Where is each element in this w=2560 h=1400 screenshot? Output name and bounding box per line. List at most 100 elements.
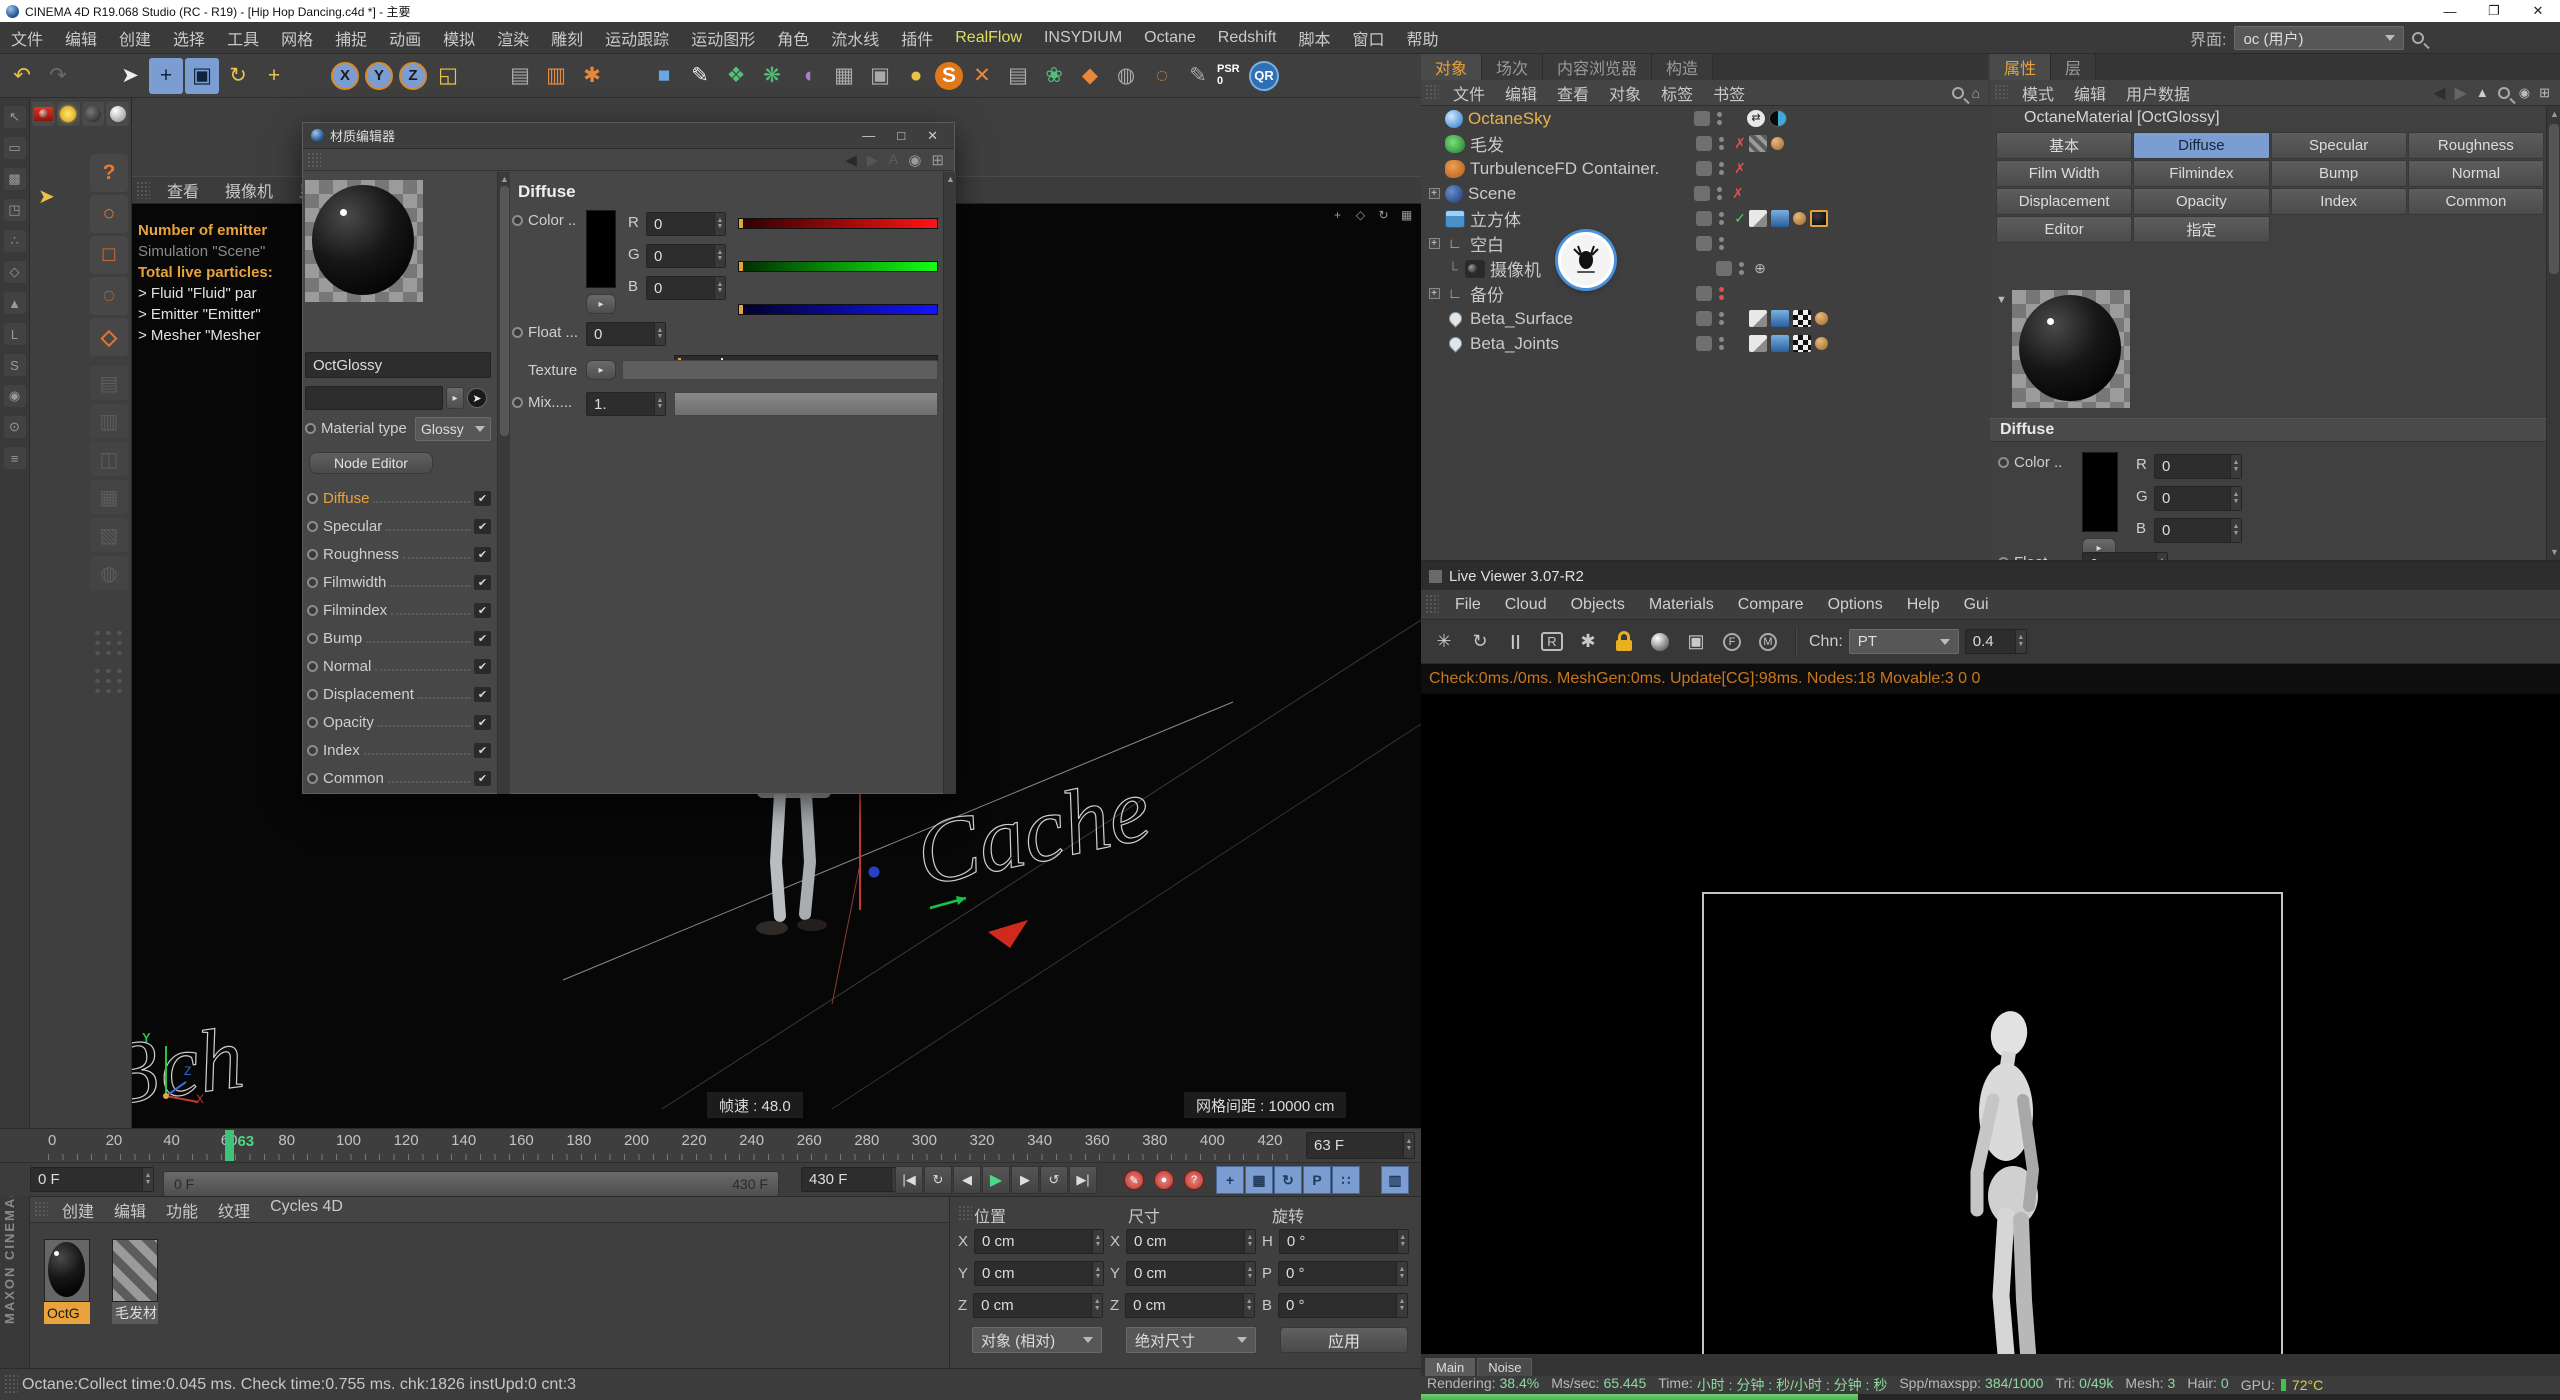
- tag-icons[interactable]: [1749, 335, 1828, 352]
- live-viewer-tool-icon[interactable]: R: [1537, 627, 1567, 657]
- selection-tool-button[interactable]: ○: [90, 195, 128, 233]
- range-slider[interactable]: 0 F 430 F: [163, 1171, 779, 1197]
- attribute-section-button[interactable]: Editor: [1996, 216, 2132, 243]
- object-manager-menu-item[interactable]: 标签: [1651, 81, 1703, 105]
- toolbar-icon[interactable]: ◱: [431, 58, 465, 94]
- channel-checkbox[interactable]: ✔: [474, 491, 491, 506]
- sampling-field[interactable]: 0.4▲▼: [1965, 629, 2027, 654]
- toolbar-icon[interactable]: ▤: [1001, 58, 1035, 94]
- object-row[interactable]: + └ Scene ✗: [1421, 181, 1988, 206]
- attribute-menu-item[interactable]: 用户数据: [2116, 81, 2200, 105]
- live-viewer-menu-item[interactable]: Objects: [1559, 596, 1637, 614]
- search-icon[interactable]: [1952, 87, 1964, 99]
- attribute-section-button[interactable]: Opacity: [2133, 188, 2269, 215]
- maximize-button[interactable]: □: [897, 128, 905, 144]
- menu-item[interactable]: 动画: [378, 26, 432, 50]
- menu-item[interactable]: RealFlow: [944, 29, 1033, 47]
- close-button[interactable]: ✕: [927, 128, 938, 144]
- keying-button[interactable]: ∷: [1332, 1166, 1360, 1194]
- material-manager-menu-item[interactable]: 创建: [52, 1198, 104, 1222]
- object-label[interactable]: Scene: [1468, 184, 1694, 204]
- channel-row[interactable]: Filmwidth ✔: [303, 568, 495, 596]
- live-viewer-menu-item[interactable]: Compare: [1726, 596, 1816, 614]
- channel-row[interactable]: Roughness ✔: [303, 540, 495, 568]
- toolbar-icon[interactable]: ◌: [1145, 58, 1179, 94]
- expand-icon[interactable]: +: [1429, 288, 1440, 299]
- timeline-window-button[interactable]: ▥: [1381, 1166, 1409, 1194]
- toolbar-icon[interactable]: PSR 0: [1217, 58, 1247, 94]
- node-editor-button[interactable]: Node Editor: [309, 452, 433, 474]
- keying-button[interactable]: ▦: [1245, 1166, 1273, 1194]
- home-icon[interactable]: ⌂: [1972, 85, 1980, 101]
- toolbar-icon[interactable]: ▦: [827, 58, 861, 94]
- blue-tag-icon[interactable]: [1771, 310, 1789, 327]
- toolbar-icon[interactable]: ■: [647, 58, 681, 94]
- menu-item[interactable]: 窗口: [1341, 26, 1395, 50]
- transport-button[interactable]: ▶: [982, 1166, 1010, 1194]
- viewport-menu-item[interactable]: 查看: [154, 178, 212, 202]
- search-icon[interactable]: [2412, 32, 2424, 44]
- channel-checkbox[interactable]: ✔: [474, 743, 491, 758]
- dot-tag-icon[interactable]: [1793, 212, 1806, 225]
- mode-icon[interactable]: ◳: [4, 199, 26, 221]
- record-button[interactable]: ✎: [1119, 1166, 1149, 1194]
- object-row[interactable]: + └ TurbulenceFD Container. ✗: [1421, 156, 1988, 181]
- grip-handle[interactable]: [136, 181, 150, 199]
- new-panel-icon[interactable]: ⊞: [2539, 85, 2550, 101]
- keying-button[interactable]: +: [1216, 1166, 1244, 1194]
- material-manager-menu-item[interactable]: Cycles 4D: [260, 1198, 353, 1222]
- color-b-slider[interactable]: [738, 304, 938, 315]
- toolbar-icon[interactable]: ➤: [113, 58, 147, 94]
- menu-item[interactable]: 文件: [0, 26, 54, 50]
- attribute-material-preview[interactable]: [2012, 290, 2130, 408]
- menu-item[interactable]: 雕刻: [540, 26, 594, 50]
- live-viewer-tool-icon[interactable]: [1609, 627, 1639, 657]
- menu-item[interactable]: 插件: [890, 26, 944, 50]
- stripe-tag-icon[interactable]: [1749, 135, 1767, 152]
- live-viewer-tool-icon[interactable]: [1645, 627, 1675, 657]
- menu-item[interactable]: 网格: [270, 26, 324, 50]
- toolbar-icon[interactable]: ✕: [965, 58, 999, 94]
- position-x-field[interactable]: 0 cm▲▼: [974, 1229, 1104, 1254]
- keying-button[interactable]: ↻: [1274, 1166, 1302, 1194]
- menu-item[interactable]: Octane: [1133, 29, 1207, 47]
- mode-icon[interactable]: L: [4, 323, 26, 345]
- object-manager-menu-item[interactable]: 书签: [1703, 81, 1755, 105]
- toolbar-icon[interactable]: ✱: [575, 58, 609, 94]
- object-manager-tab[interactable]: 构造: [1652, 54, 1713, 80]
- shader-field[interactable]: [305, 386, 443, 410]
- menu-item[interactable]: INSYDIUM: [1033, 29, 1133, 47]
- transport-button[interactable]: ↻: [924, 1166, 952, 1194]
- menu-item[interactable]: 工具: [216, 26, 270, 50]
- blue-tag-icon[interactable]: [1771, 335, 1789, 352]
- attribute-section-button[interactable]: Bump: [2271, 160, 2407, 187]
- toolbar-icon[interactable]: ◆: [1073, 58, 1107, 94]
- right-pane-scrollbar[interactable]: ▲: [943, 172, 956, 794]
- object-manager-menu-item[interactable]: 编辑: [1495, 81, 1547, 105]
- material-manager-menu-item[interactable]: 编辑: [104, 1198, 156, 1222]
- collapse-triangle-icon[interactable]: ▼: [1996, 294, 2007, 306]
- object-label[interactable]: TurbulenceFD Container.: [1470, 159, 1696, 179]
- mix-field[interactable]: 1.▲▼: [586, 392, 666, 416]
- dot-tag-icon[interactable]: [1771, 137, 1784, 150]
- render-view-tab[interactable]: Main: [1425, 1358, 1475, 1376]
- layer-chip[interactable]: [1696, 161, 1712, 176]
- live-viewer-menu-item[interactable]: Options: [1816, 596, 1895, 614]
- toolbar-icon[interactable]: ✎: [1181, 58, 1215, 94]
- rotation-p-field[interactable]: 0 °▲▼: [1278, 1261, 1408, 1286]
- attribute-section-button[interactable]: Displacement: [1996, 188, 2132, 215]
- pick-cursor-icon[interactable]: ➤: [467, 388, 487, 408]
- channel-row[interactable]: Bump ✔: [303, 624, 495, 652]
- paint-tag-icon[interactable]: [1749, 210, 1767, 227]
- visibility-dots[interactable]: [1717, 237, 1725, 250]
- live-viewer-tool-icon[interactable]: F: [1717, 627, 1747, 657]
- mode-icon[interactable]: ◇: [4, 261, 26, 283]
- toolbar-icon[interactable]: QR: [1249, 61, 1279, 91]
- toolbar-icon[interactable]: ❖: [719, 58, 753, 94]
- mode-icon[interactable]: ▲: [4, 292, 26, 314]
- float-field[interactable]: 0▲▼: [586, 322, 666, 346]
- visibility-dots[interactable]: [1717, 212, 1725, 225]
- toolbar-icon[interactable]: ◖: [791, 58, 825, 94]
- diffuse-section-header[interactable]: Diffuse: [1990, 418, 2546, 442]
- material-thumbnail[interactable]: OctG: [44, 1239, 90, 1324]
